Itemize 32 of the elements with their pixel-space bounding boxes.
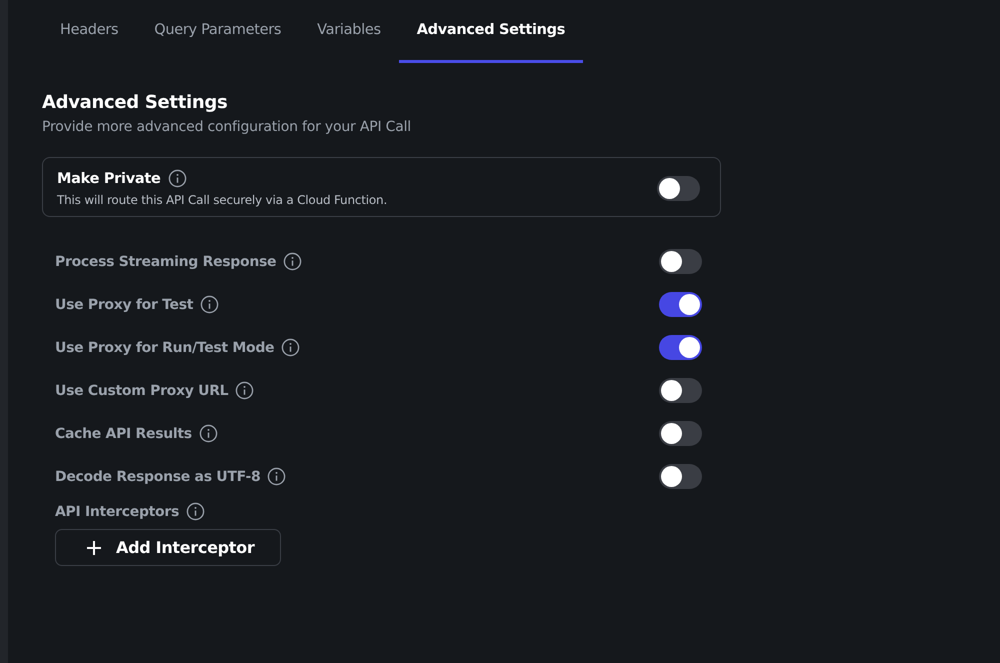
info-icon[interactable] [198,424,218,443]
setting-label: API Interceptors [55,504,180,520]
setting-label: Decode Response as UTF-8 [55,468,260,484]
info-icon[interactable] [186,502,206,521]
setting-label: Use Proxy for Run/Test Mode [55,340,274,356]
info-icon[interactable] [235,381,254,400]
toggle-switch[interactable] [659,335,702,360]
setting-description: This will route this API Call securely via a Cloud Function. [57,193,388,207]
add-interceptor-button[interactable]: Add Interceptor [55,529,281,566]
setting-label: Cache API Results [55,426,192,442]
info-icon[interactable] [168,169,187,188]
section-title: Advanced Settings [42,92,228,113]
info-icon[interactable] [200,295,220,314]
toggle-switch[interactable] [659,421,702,446]
setting-label: Use Proxy for Test [55,296,194,312]
tab[interactable]: Variables [299,0,399,63]
setting-label: Make Private [57,170,161,186]
tab[interactable]: Query Parameters [136,0,300,63]
toggle-switch[interactable] [659,292,702,317]
info-icon[interactable] [281,338,300,357]
tab[interactable]: Advanced Settings [398,0,584,63]
toggle-switch[interactable] [659,249,702,274]
tab[interactable]: Headers [42,0,136,63]
setting-label: Process Streaming Response [55,254,276,270]
info-icon[interactable] [283,252,302,271]
setting-label: Use Custom Proxy URL [55,382,228,398]
toggle-switch[interactable] [659,378,702,403]
toggle-switch[interactable] [659,464,702,489]
plus-icon [86,540,102,556]
info-icon[interactable] [267,467,286,486]
section-subtitle: Provide more advanced configuration for your API Call [42,119,412,135]
toggle-switch[interactable] [657,176,700,200]
